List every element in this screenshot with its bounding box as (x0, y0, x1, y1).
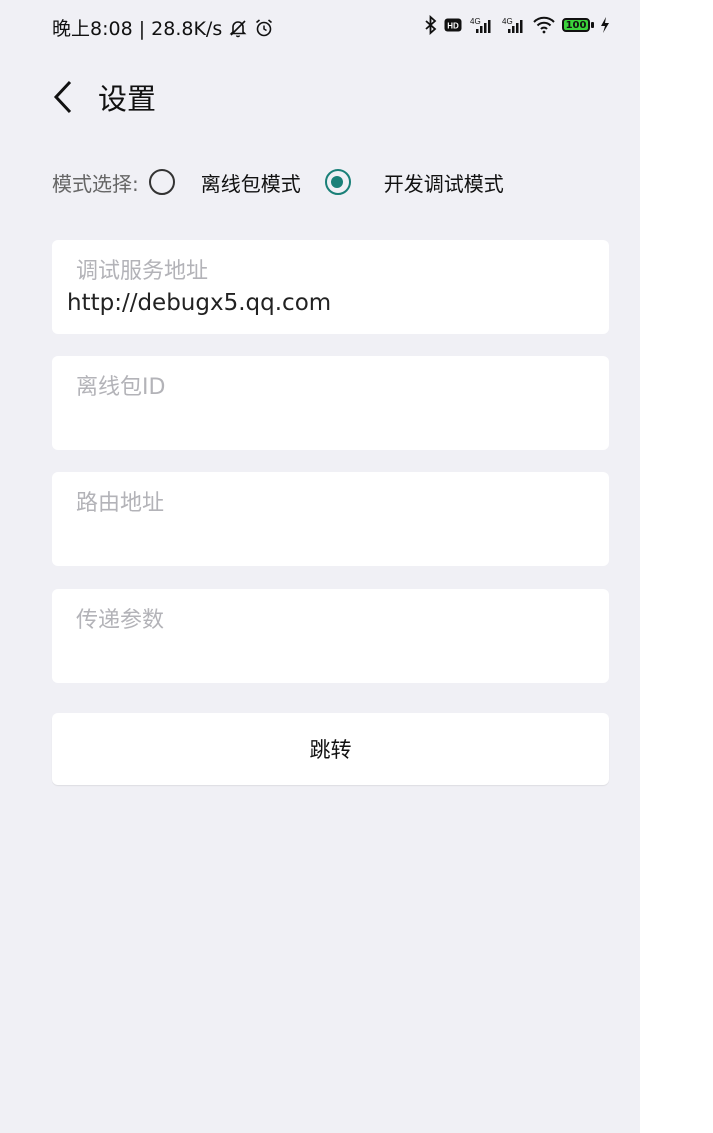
debug-server-input[interactable] (67, 286, 587, 320)
radio-checked-icon[interactable] (324, 169, 351, 195)
back-button[interactable] (52, 72, 88, 122)
signal-4g-icon: 4G (500, 16, 526, 34)
offline-package-id-input[interactable] (67, 402, 587, 436)
page-title: 设置 (98, 82, 157, 116)
radio-debug-mode-label: 开发调试模式 (383, 171, 504, 196)
signal-4g-icon: 4G (468, 16, 494, 34)
signal-2-label: 4G (502, 17, 513, 26)
hd-icon: HD (444, 18, 462, 32)
bluetooth-icon (424, 15, 438, 35)
status-time-speed: 晚上8:08 | 28.8K/s (52, 18, 223, 40)
chevron-left-icon (53, 80, 72, 114)
params-field[interactable]: 传递参数 (52, 589, 609, 683)
alarm-clock-icon (254, 18, 274, 38)
debug-server-label: 调试服务地址 (76, 259, 209, 284)
params-label: 传递参数 (76, 608, 165, 633)
radio-offline-mode[interactable]: 离线包模式 (148, 168, 301, 197)
muted-bell-icon (228, 18, 248, 38)
header: 设置 (52, 72, 156, 122)
signal-1-label: 4G (470, 17, 481, 26)
mode-select: 模式选择: 离线包模式 开发调试模式 (52, 162, 504, 202)
radio-debug-mode[interactable]: 开发调试模式 (324, 168, 504, 197)
params-input[interactable] (67, 635, 587, 669)
offline-package-id-field[interactable]: 离线包ID (52, 356, 609, 450)
settings-screen: 晚上8:08 | 28.8K/s HD 4G 4G 100 设置 模式选择: 离… (0, 0, 640, 1133)
mode-select-label: 模式选择: (52, 171, 139, 196)
status-right: HD 4G 4G 100 (424, 15, 610, 35)
radio-unchecked-icon[interactable] (148, 169, 175, 195)
charging-icon (600, 17, 610, 33)
route-address-field[interactable]: 路由地址 (52, 472, 609, 566)
battery-level: 100 (562, 18, 590, 32)
battery-icon: 100 (562, 18, 594, 32)
route-address-input[interactable] (67, 518, 587, 552)
battery-tip (591, 22, 594, 28)
jump-button[interactable]: 跳转 (52, 713, 609, 785)
offline-package-id-label: 离线包ID (76, 375, 166, 400)
status-bar: 晚上8:08 | 28.8K/s HD 4G 4G 100 (0, 0, 640, 52)
route-address-label: 路由地址 (76, 491, 165, 516)
radio-offline-mode-label: 离线包模式 (200, 171, 301, 196)
hd-label: HD (447, 22, 459, 31)
status-left: 晚上8:08 | 28.8K/s (52, 14, 274, 41)
wifi-icon (532, 16, 556, 34)
debug-server-field[interactable]: 调试服务地址 (52, 240, 609, 334)
